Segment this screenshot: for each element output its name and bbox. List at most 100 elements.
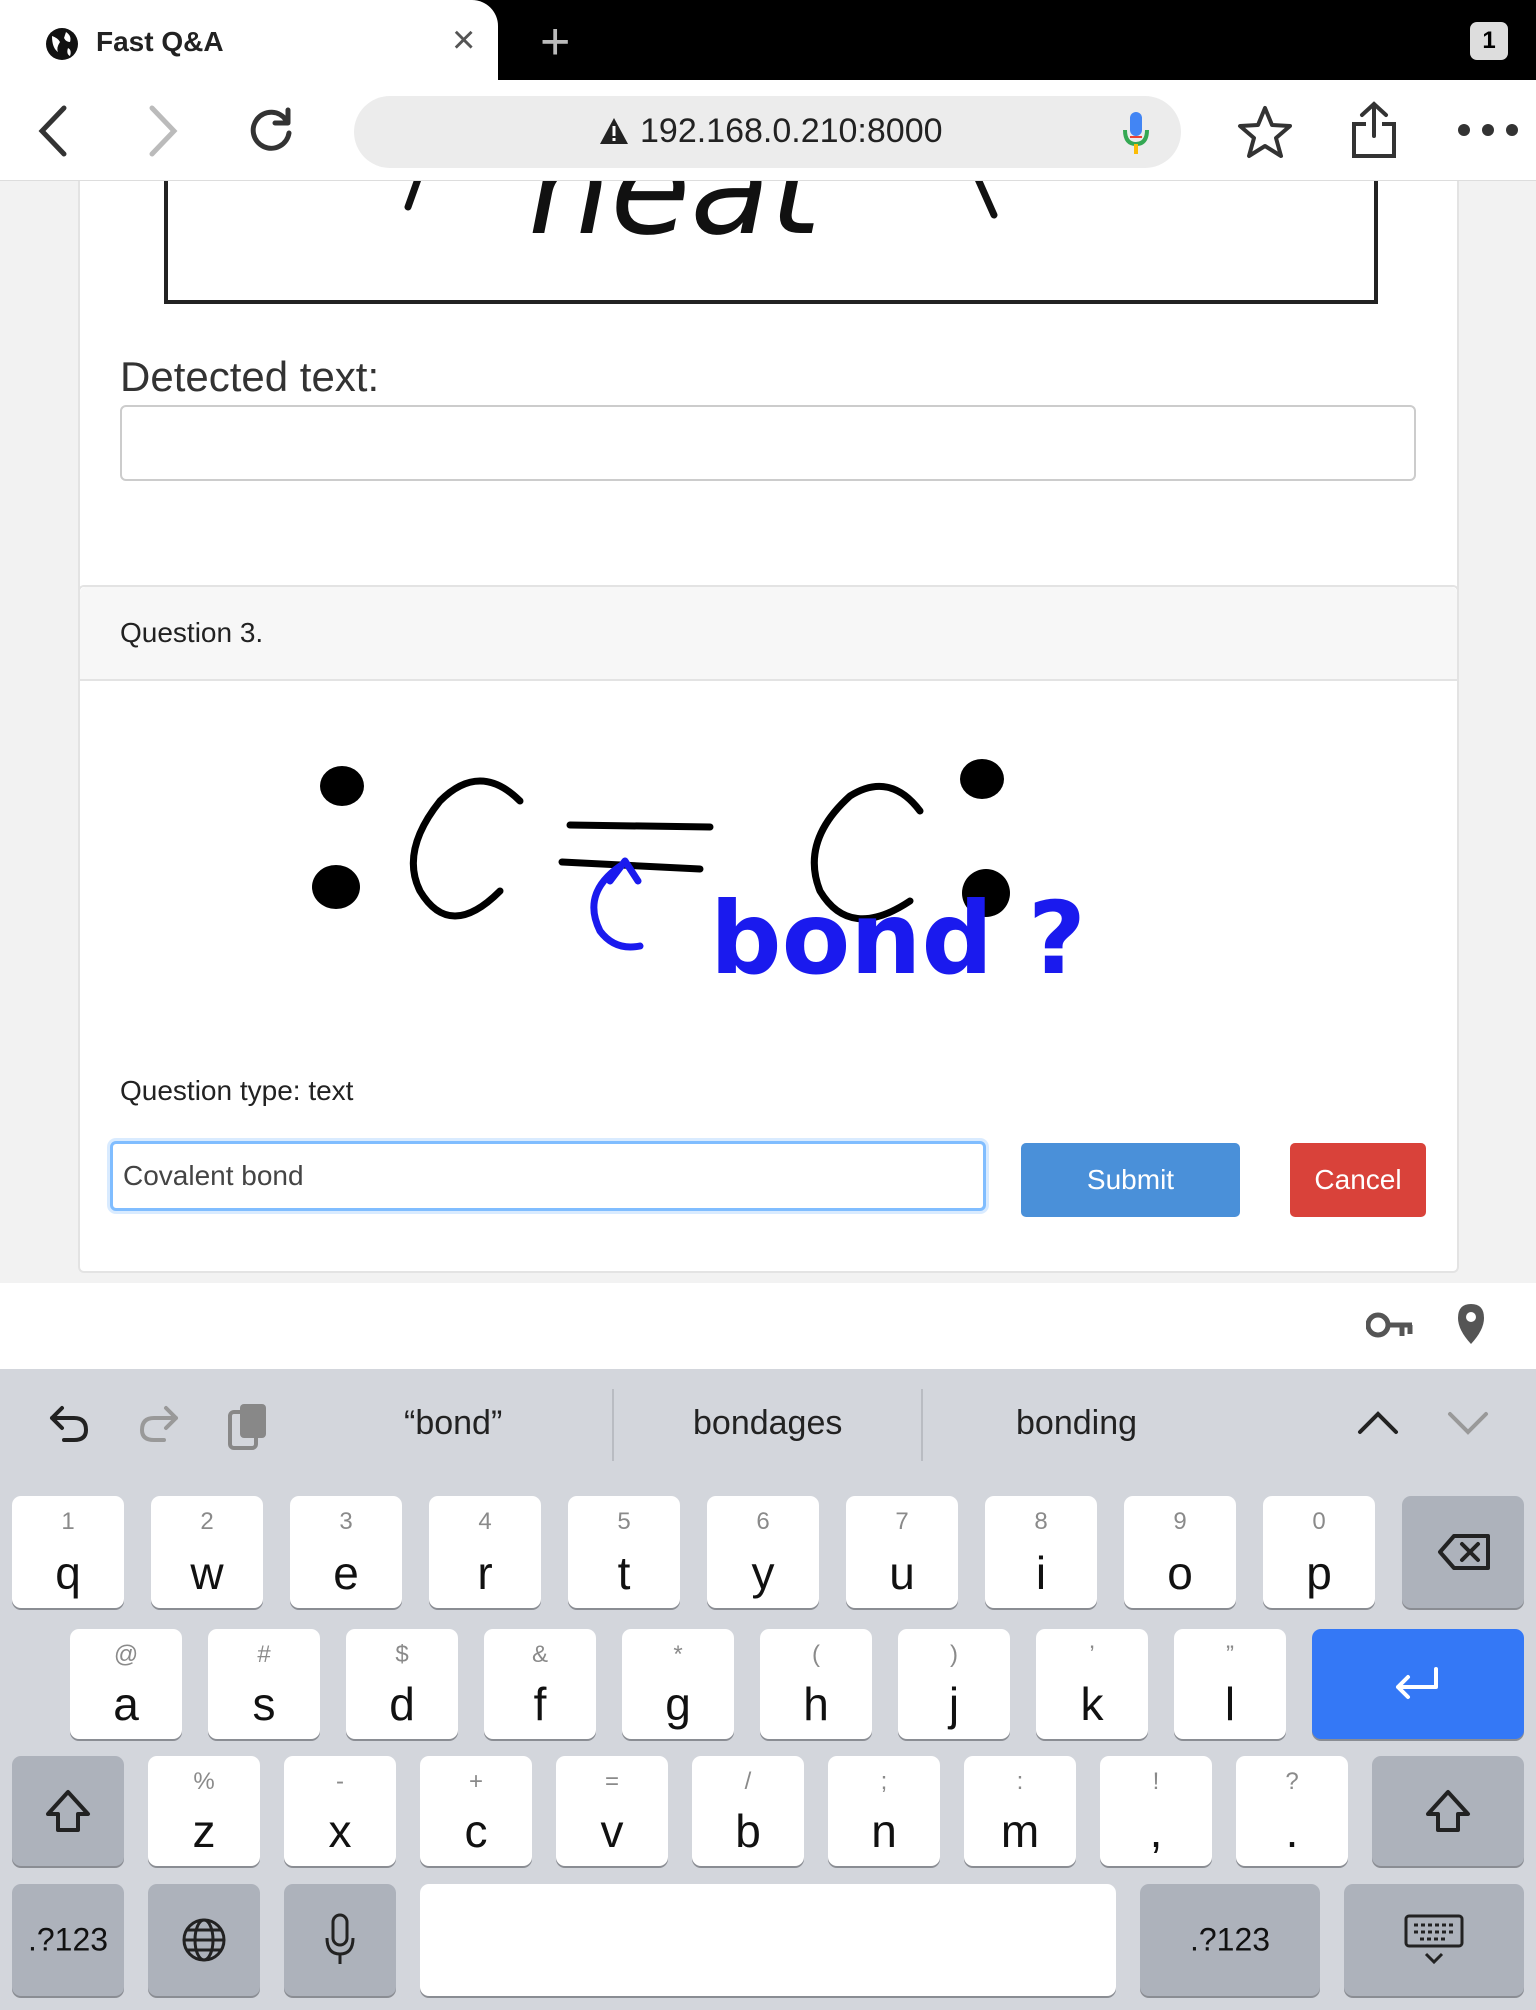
share-icon[interactable]: [1350, 100, 1398, 160]
key-b[interactable]: / b: [692, 1756, 804, 1866]
microphone-icon[interactable]: [1122, 110, 1150, 156]
key-secondary-label: 6: [756, 1508, 770, 1535]
key-s[interactable]: # s: [208, 1629, 320, 1739]
suggestion-divider: [612, 1389, 614, 1461]
drawing-text: heat: [528, 181, 825, 264]
key-w[interactable]: 2w: [151, 1496, 263, 1608]
key-secondary-label: 0: [1312, 1508, 1326, 1535]
undo-icon[interactable]: [48, 1404, 90, 1444]
key-y[interactable]: 6y: [707, 1496, 819, 1608]
forward-icon[interactable]: [144, 104, 180, 158]
key-q[interactable]: 1q: [12, 1496, 124, 1608]
numbers-key-left[interactable]: .?123: [12, 1884, 124, 1996]
close-tab-icon[interactable]: ×: [452, 20, 475, 60]
backspace-key[interactable]: [1402, 1496, 1524, 1608]
key-secondary-label: /: [744, 1768, 752, 1795]
question-title: Question 3.: [120, 617, 264, 648]
back-icon[interactable]: [36, 104, 72, 158]
key-n[interactable]: ; n: [828, 1756, 940, 1866]
key-z[interactable]: % z: [148, 1756, 260, 1866]
key-secondary-label: *: [673, 1641, 683, 1668]
more-menu-icon[interactable]: [1456, 122, 1520, 138]
key-secondary-label: $: [395, 1641, 409, 1668]
return-key[interactable]: [1312, 1629, 1524, 1739]
key-secondary-label: ”: [1226, 1641, 1234, 1668]
new-tab-icon[interactable]: +: [540, 16, 570, 68]
key-secondary-label: @: [113, 1641, 139, 1668]
detected-text-field[interactable]: [120, 405, 1416, 481]
key-h[interactable]: (h: [760, 1629, 872, 1739]
answer-input[interactable]: [110, 1141, 986, 1211]
submit-button[interactable]: Submit: [1021, 1143, 1240, 1217]
key-label: c: [464, 1805, 488, 1857]
key-r[interactable]: 4r: [429, 1496, 541, 1608]
key-p[interactable]: 0p: [1263, 1496, 1375, 1608]
location-pin-icon[interactable]: [1456, 1302, 1486, 1346]
chevron-up-icon[interactable]: [1356, 1410, 1400, 1436]
key-v[interactable]: = v: [556, 1756, 668, 1866]
key-secondary-label: 5: [617, 1508, 631, 1535]
key-u[interactable]: 7u: [846, 1496, 958, 1608]
key-label: w: [190, 1547, 224, 1599]
key-secondary-label: ): [950, 1641, 958, 1668]
dictation-key[interactable]: [284, 1884, 396, 1996]
key-label: h: [803, 1678, 829, 1730]
bookmark-star-icon[interactable]: [1236, 104, 1294, 160]
reload-icon[interactable]: [246, 106, 296, 156]
key-secondary-label: 2: [200, 1508, 214, 1535]
redo-icon[interactable]: [138, 1404, 180, 1444]
hide-keyboard-key[interactable]: [1344, 1884, 1524, 1996]
key-label: g: [665, 1678, 691, 1730]
key-t[interactable]: 5t: [568, 1496, 680, 1608]
shift-icon: [1426, 1790, 1470, 1832]
key-secondary-label: (: [812, 1641, 820, 1668]
microphone-icon: [325, 1913, 355, 1964]
space-key[interactable]: [420, 1884, 1116, 1996]
key-label: x: [328, 1805, 352, 1857]
key-secondary-label: 4: [478, 1508, 492, 1535]
cancel-button[interactable]: Cancel: [1290, 1143, 1426, 1217]
key-a[interactable]: @ a: [70, 1629, 182, 1739]
key-label: m: [1000, 1805, 1040, 1857]
suggestion-1[interactable]: “bond”: [404, 1404, 502, 1443]
globe-icon: [182, 1918, 226, 1962]
key-label: ,: [1149, 1805, 1163, 1857]
key-label: r: [477, 1547, 493, 1599]
key-x[interactable]: -x: [284, 1756, 396, 1866]
key-m[interactable]: :m: [964, 1756, 1076, 1866]
key-label: l: [1224, 1678, 1236, 1730]
question-card-header: [80, 587, 1457, 681]
keyboard-dismiss-icon: [1404, 1914, 1464, 1965]
shift-key-left[interactable]: [12, 1756, 124, 1866]
key-e[interactable]: 3e: [290, 1496, 402, 1608]
key-label: k: [1080, 1678, 1104, 1730]
numbers-key-right[interactable]: .?123: [1140, 1884, 1320, 1996]
key-j[interactable]: ) j: [898, 1629, 1010, 1739]
key-label: j: [948, 1678, 960, 1730]
key-d[interactable]: $ d: [346, 1629, 458, 1739]
key-secondary-label: 8: [1034, 1508, 1048, 1535]
key-g[interactable]: * g: [622, 1629, 734, 1739]
tab-count-badge[interactable]: 1: [1470, 22, 1508, 60]
key-k[interactable]: ’ k: [1036, 1629, 1148, 1739]
globe-key[interactable]: [148, 1884, 260, 1996]
key-secondary-label: !: [1152, 1768, 1160, 1795]
password-key-icon[interactable]: [1366, 1310, 1414, 1340]
key-i[interactable]: 8i: [985, 1496, 1097, 1608]
key-period[interactable]: ?.: [1236, 1756, 1348, 1866]
key-l[interactable]: ” l: [1174, 1629, 1286, 1739]
key-o[interactable]: 9o: [1124, 1496, 1236, 1608]
key-c[interactable]: + c: [420, 1756, 532, 1866]
keyboard-accessory-bar: [0, 1283, 1536, 1369]
globe-icon: [46, 28, 78, 60]
key-f[interactable]: & f: [484, 1629, 596, 1739]
suggestion-2[interactable]: bondages: [693, 1404, 842, 1443]
clipboard-icon[interactable]: [226, 1400, 270, 1452]
chevron-down-icon[interactable]: [1446, 1410, 1490, 1436]
key-secondary-label: ?: [1285, 1768, 1299, 1795]
shift-key-right[interactable]: [1372, 1756, 1524, 1866]
suggestion-3[interactable]: bonding: [1016, 1404, 1137, 1443]
key-label: .: [1285, 1805, 1299, 1857]
drawing-canvas[interactable]: heat: [164, 181, 1378, 304]
key-comma[interactable]: !,: [1100, 1756, 1212, 1866]
